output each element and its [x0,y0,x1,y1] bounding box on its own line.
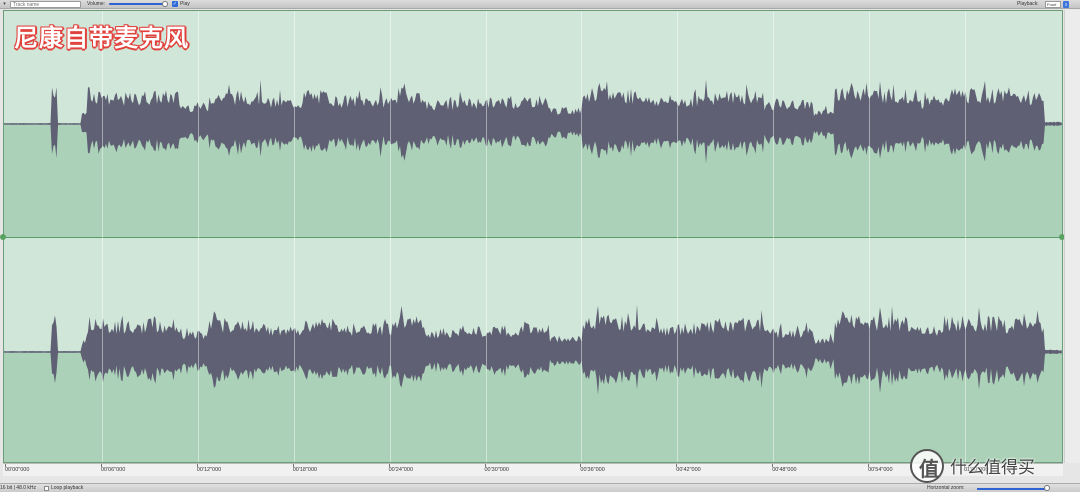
grid-line [965,11,966,462]
ruler-tick-label: 00'24"000 [388,467,414,473]
ruler-tick-label: 00'42"000 [676,467,701,473]
volume-slider[interactable] [109,3,165,5]
toolbar: ▾ Volume: ✓ Play Playback: Front ⇕ [0,0,1080,9]
loop-checkbox[interactable] [44,486,49,491]
ruler-tick-label: 00'18"000 [292,467,318,473]
loop-label: Loop playback [51,485,84,491]
channel-right[interactable] [4,238,1062,462]
ruler-tick-label: 00'12"000 [196,467,222,473]
ruler-tick-label: 00'00"000 [5,467,30,473]
playback-select[interactable]: Front [1045,1,1061,8]
volume-slider-knob[interactable] [162,1,168,7]
volume-label: Volume: [87,1,106,7]
grid-line [101,11,103,462]
grid-line [773,11,775,462]
waveform-right [4,304,1062,395]
chevron-down-icon[interactable]: ▾ [1,1,8,8]
watermark-logo-icon: 值 [910,449,944,483]
play-checkbox[interactable]: ✓ [172,1,178,7]
grid-line [485,11,487,462]
zoom-slider[interactable] [977,488,1047,490]
grid-line [869,11,871,462]
ruler-tick-label: 00'48"000 [772,467,797,473]
track-name-input[interactable] [10,1,81,8]
grid-line [197,11,199,462]
waveform-shape [4,79,1062,164]
ruler-tick-label: 00'30"000 [484,467,509,473]
waveform-view[interactable] [0,10,1065,463]
waveform-shape [4,304,1062,395]
grid-line [677,11,679,462]
zoom-label: Horizontal zoom: [927,485,965,491]
audio-format: 16 bit | 48.0 kHz [0,485,37,491]
ruler-tick-label: 00'36"000 [580,467,605,473]
divider-handle-left[interactable] [0,234,6,240]
playback-stepper-icon[interactable]: ⇕ [1063,1,1069,8]
grid-line [389,11,391,462]
play-label: Play [180,1,190,7]
ruler-tick-label: 00'06"000 [100,467,126,473]
vertical-scrollbar[interactable] [1064,10,1080,463]
channel-divider [4,237,1062,238]
grid-line [581,11,583,462]
overlay-label: 尼康自带麦克风 [14,24,189,52]
playback-label: Playback: [1017,1,1039,7]
watermark: 值 什么值得买 [908,446,1078,486]
ruler-tick-label: 00'54"000 [868,467,893,473]
grid-line [293,11,295,462]
watermark-text: 什么值得买 [950,458,1035,478]
time-ruler[interactable]: 00'00"000 00'06"000 00'12"000 00'18"000 00'2… [3,463,1063,476]
